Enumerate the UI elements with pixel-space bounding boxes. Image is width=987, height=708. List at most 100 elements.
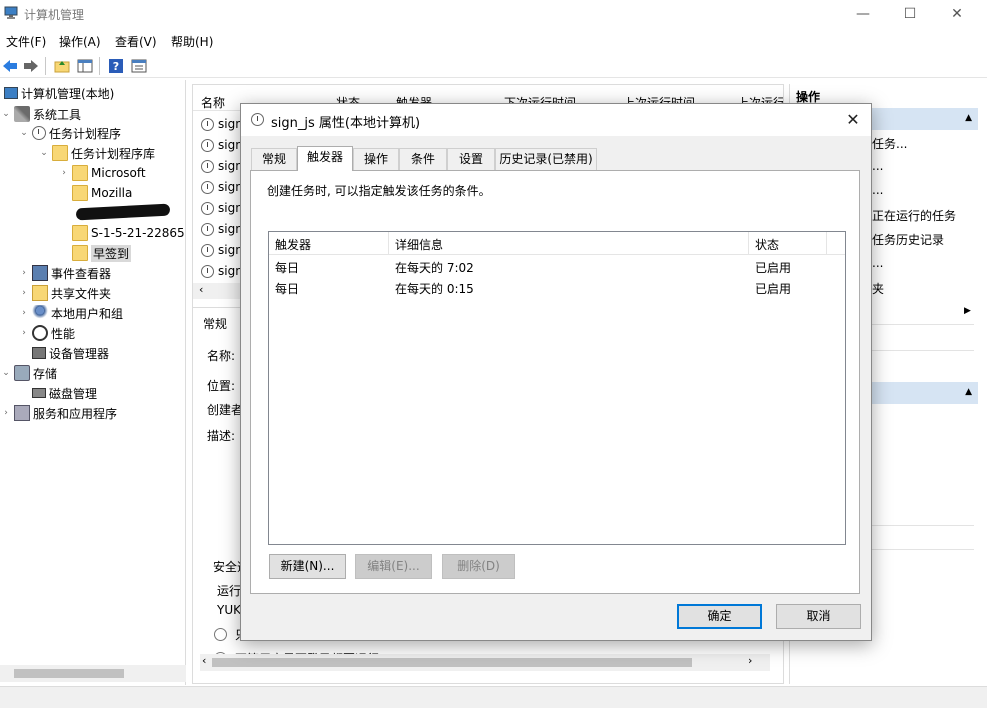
new-trigger-button[interactable]: 新建(N)...: [269, 554, 346, 579]
svg-text:?: ?: [113, 60, 119, 73]
chevron-right-icon[interactable]: ›: [18, 308, 30, 318]
menu-help[interactable]: 帮助(H): [171, 33, 213, 50]
tree-item-services-apps[interactable]: › 服务和应用程序: [0, 403, 117, 423]
minimize-button[interactable]: —: [840, 0, 886, 28]
collapse-icon[interactable]: ▲: [965, 113, 972, 123]
scrollbar-thumb[interactable]: [212, 658, 692, 667]
chevron-down-icon[interactable]: ⌄: [38, 148, 50, 158]
task-row[interactable]: sign: [201, 240, 243, 260]
column-divider[interactable]: [388, 232, 389, 254]
properties-icon[interactable]: [130, 57, 148, 75]
submenu-arrow-icon[interactable]: ▶: [964, 306, 971, 316]
tab-general[interactable]: 常规: [251, 148, 297, 170]
menu-bar: 文件(F) 操作(A) 查看(V) 帮助(H): [0, 30, 987, 52]
scroll-right-icon[interactable]: ›: [748, 654, 752, 667]
up-folder-icon[interactable]: [53, 57, 71, 75]
tree-item-system-tools[interactable]: ⌄ 系统工具: [0, 104, 81, 124]
chevron-down-icon[interactable]: ⌄: [0, 109, 12, 119]
tab-actions[interactable]: 操作: [353, 148, 399, 170]
tree-item-root[interactable]: 计算机管理(本地): [2, 83, 114, 103]
tree-item-disk-management[interactable]: 磁盘管理: [30, 383, 97, 403]
scrollbar-thumb[interactable]: [14, 669, 124, 678]
triggers-table: 触发器 详细信息 状态 每日 在每天的 7:02 已启用 每日 在每天的 0:1…: [268, 231, 846, 545]
tab-triggers[interactable]: 触发器: [297, 146, 353, 171]
disk-icon: [32, 388, 46, 398]
action-item[interactable]: 任务...: [872, 135, 907, 152]
chevron-right-icon[interactable]: ›: [18, 288, 30, 298]
chevron-right-icon[interactable]: ›: [18, 268, 30, 278]
help-icon[interactable]: ?: [107, 57, 125, 75]
task-row[interactable]: sign: [201, 114, 243, 134]
task-row[interactable]: sign: [201, 261, 243, 281]
menu-view[interactable]: 查看(V): [115, 33, 157, 50]
trigger-row[interactable]: 每日 在每天的 0:15 已启用: [269, 277, 845, 298]
run-as-label: 运行: [217, 584, 242, 598]
column-name[interactable]: 名称: [201, 94, 225, 111]
cancel-button[interactable]: 取消: [776, 604, 861, 629]
tree-item-device-manager[interactable]: 设备管理器: [30, 343, 109, 363]
action-item[interactable]: ...: [872, 159, 883, 173]
task-row[interactable]: sign: [201, 198, 243, 218]
trigger-details: 在每天的 0:15: [395, 282, 474, 296]
ok-button[interactable]: 确定: [677, 604, 762, 629]
tree-item-performance[interactable]: › 性能: [18, 323, 75, 343]
tab-settings[interactable]: 设置: [447, 148, 495, 170]
menu-action[interactable]: 操作(A): [59, 33, 101, 50]
tree-item-local-users[interactable]: › 本地用户和组: [18, 303, 123, 323]
action-item[interactable]: 夹: [872, 280, 884, 297]
detail-horizontal-scrollbar[interactable]: ‹ ›: [200, 654, 770, 671]
tree-item-task-scheduler[interactable]: ⌄ 任务计划程序: [18, 123, 121, 143]
scroll-left-icon[interactable]: ‹: [199, 283, 203, 296]
chevron-right-icon[interactable]: ›: [58, 168, 70, 178]
menu-file[interactable]: 文件(F): [6, 33, 46, 50]
general-tab-label[interactable]: 常规: [203, 315, 227, 332]
column-details[interactable]: 详细信息: [395, 236, 443, 253]
tree-item-shared-folders[interactable]: › 共享文件夹: [18, 283, 111, 303]
action-item[interactable]: ...: [872, 183, 883, 197]
tree-item-microsoft[interactable]: › Microsoft: [58, 163, 146, 183]
column-trigger[interactable]: 触发器: [275, 236, 311, 253]
column-divider[interactable]: [826, 232, 827, 254]
delete-trigger-button[interactable]: 删除(D): [442, 554, 515, 579]
tab-conditions[interactable]: 条件: [399, 148, 447, 170]
triggers-table-header: 触发器 详细信息 状态: [269, 232, 845, 255]
tree-item-task-library[interactable]: ⌄ 任务计划程序库: [38, 143, 155, 163]
task-row[interactable]: sign: [201, 135, 243, 155]
action-item[interactable]: 正在运行的任务: [872, 207, 956, 224]
edit-trigger-button[interactable]: 编辑(E)...: [355, 554, 432, 579]
dialog-close-button[interactable]: ✕: [841, 108, 865, 132]
status-bar: [0, 686, 987, 708]
close-window-button[interactable]: ✕: [934, 0, 980, 28]
clock-icon: [32, 126, 46, 140]
tree-item-checkin[interactable]: 早签到: [70, 243, 132, 263]
window-titlebar: 计算机管理 — ☐ ✕: [0, 0, 987, 28]
services-icon: [14, 405, 30, 421]
chevron-right-icon[interactable]: ›: [0, 408, 12, 418]
tab-history[interactable]: 历史记录(已禁用): [495, 148, 597, 170]
chevron-right-icon[interactable]: ›: [18, 328, 30, 338]
tree-item-sid-folder[interactable]: S-1-5-21-22865: [70, 223, 185, 243]
chevron-down-icon[interactable]: ⌄: [18, 128, 30, 138]
column-status[interactable]: 状态: [755, 236, 779, 253]
scroll-left-icon[interactable]: ‹: [202, 654, 206, 667]
task-row[interactable]: sign: [201, 219, 243, 239]
run-only-logged-on-radio[interactable]: [214, 628, 227, 641]
divider: [870, 324, 974, 325]
trigger-row[interactable]: 每日 在每天的 7:02 已启用: [269, 256, 845, 277]
tree-item-storage[interactable]: ⌄ 存储: [0, 363, 57, 383]
tree-horizontal-scrollbar[interactable]: [0, 665, 186, 682]
column-divider[interactable]: [748, 232, 749, 254]
action-item[interactable]: 任务历史记录: [872, 231, 944, 248]
chevron-down-icon[interactable]: ⌄: [0, 368, 12, 378]
performance-icon: [32, 325, 48, 341]
show-hide-tree-icon[interactable]: [76, 57, 94, 75]
task-row[interactable]: sign: [201, 177, 243, 197]
tree-item-mozilla[interactable]: Mozilla: [70, 183, 132, 203]
task-row[interactable]: sign: [201, 156, 243, 176]
maximize-button[interactable]: ☐: [887, 0, 933, 28]
tree-item-event-viewer[interactable]: › 事件查看器: [18, 263, 111, 283]
collapse-icon[interactable]: ▲: [965, 387, 972, 397]
action-item[interactable]: ...: [872, 256, 883, 270]
forward-icon[interactable]: [22, 57, 40, 75]
back-icon[interactable]: [1, 57, 19, 75]
